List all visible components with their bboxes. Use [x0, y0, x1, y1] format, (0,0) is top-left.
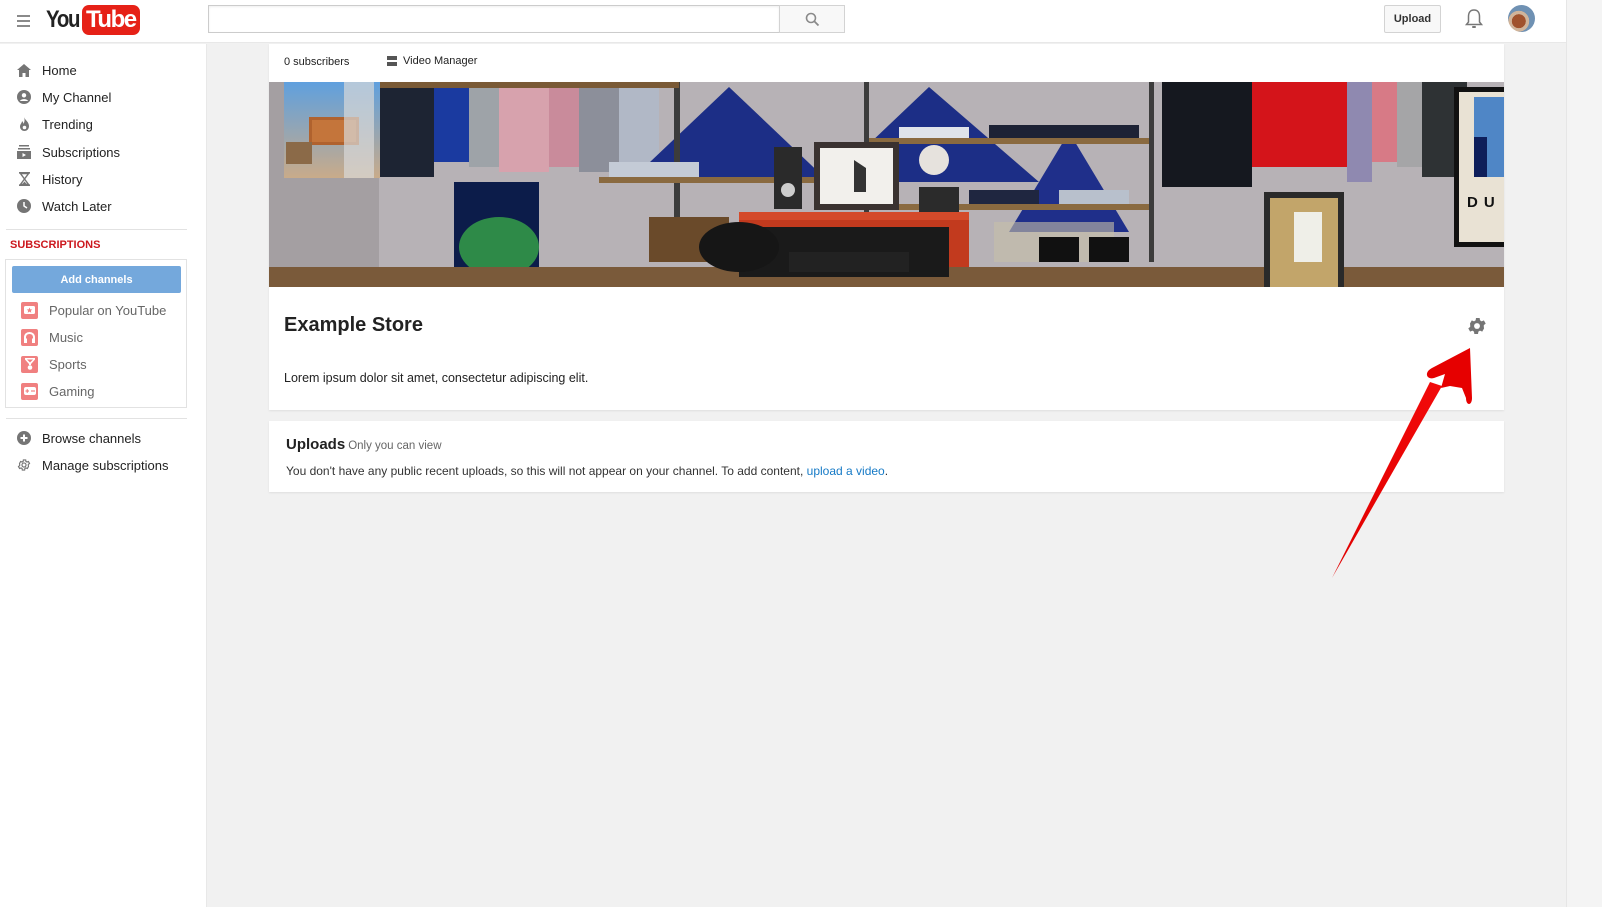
sidebar-item-label: Manage subscriptions	[42, 457, 169, 473]
video-manager-icon	[387, 55, 397, 67]
sidebar-divider	[6, 229, 187, 230]
uploads-message-suffix: .	[884, 464, 889, 478]
channel-description: Lorem ipsum dolor sit amet, consectetur …	[284, 371, 589, 385]
sidebar-item-label: Trending	[42, 116, 93, 132]
sidebar-divider	[6, 418, 187, 419]
subscription-label: Sports	[49, 356, 87, 372]
clock-icon	[16, 198, 32, 214]
hamburger-menu-icon[interactable]	[14, 11, 34, 31]
uploads-title[interactable]: Uploads	[286, 436, 345, 453]
gear-icon	[16, 457, 32, 473]
search-input[interactable]	[208, 5, 780, 33]
headphones-icon	[21, 328, 38, 346]
banner-poster-text: DU	[1467, 194, 1501, 211]
window-edge	[1566, 0, 1602, 907]
add-channels-button[interactable]: Add channels	[12, 266, 181, 293]
logo-you-text: You	[46, 6, 80, 33]
plus-circle-icon	[16, 430, 32, 446]
person-circle-icon	[16, 89, 32, 105]
subscription-item-gaming[interactable]: Gaming	[6, 379, 186, 403]
subscription-label: Popular on YouTube	[49, 302, 167, 318]
gamepad-icon	[21, 382, 38, 400]
avatar[interactable]	[1508, 5, 1535, 32]
video-manager-link[interactable]: Video Manager	[387, 55, 477, 67]
sidebar-item-my-channel[interactable]: My Channel	[0, 84, 207, 110]
subscription-item-sports[interactable]: Sports	[6, 352, 186, 376]
subscription-label: Music	[49, 329, 83, 345]
home-icon	[16, 62, 32, 78]
sidebar-item-label: History	[42, 171, 83, 187]
upload-button[interactable]: Upload	[1384, 5, 1441, 33]
sidebar-item-label: Subscriptions	[42, 144, 121, 160]
sidebar-item-manage-subscriptions[interactable]: Manage subscriptions	[0, 452, 207, 478]
search-icon	[805, 12, 819, 26]
subscriptions-icon	[16, 144, 32, 160]
sidebar-item-watch-later[interactable]: Watch Later	[0, 193, 207, 219]
sidebar-item-label: Home	[42, 62, 77, 78]
video-manager-label: Video Manager	[403, 55, 478, 67]
logo-tube-text: Tube	[82, 5, 140, 35]
banner-image: DU	[269, 82, 1504, 287]
upload-a-video-link[interactable]: upload a video	[807, 464, 885, 478]
subscriber-count: 0 subscribers	[284, 56, 350, 68]
gear-icon[interactable]	[1466, 315, 1488, 337]
flame-icon	[16, 116, 32, 132]
uploads-message-text: You don't have any public recent uploads…	[286, 464, 807, 478]
subscription-label: Gaming	[49, 383, 95, 399]
hourglass-icon	[16, 171, 32, 187]
masthead: You Tube Upload	[0, 0, 1566, 43]
sidebar-item-trending[interactable]: Trending	[0, 111, 207, 137]
sidebar-guide: Home My Channel Trending Subscriptions H…	[0, 44, 207, 907]
sidebar-item-label: Browse channels	[42, 430, 141, 446]
sidebar-item-home[interactable]: Home	[0, 57, 207, 83]
trophy-icon	[21, 355, 38, 373]
uploads-message: You don't have any public recent uploads…	[286, 464, 888, 478]
subscription-item-popular[interactable]: Popular on YouTube	[6, 298, 186, 322]
channel-header: 0 subscribers Video Manager DU Example S…	[269, 44, 1504, 410]
search-button[interactable]	[779, 5, 845, 33]
sidebar-item-subscriptions[interactable]: Subscriptions	[0, 139, 207, 165]
sidebar-item-label: My Channel	[42, 89, 112, 105]
channel-title[interactable]: Example Store	[284, 314, 423, 337]
page: You Tube Upload Home My Channel Trending…	[0, 0, 1566, 907]
sidebar-item-label: Watch Later	[42, 198, 112, 214]
uploads-heading: Uploads Only you can view	[286, 436, 442, 453]
channel-banner[interactable]: DU	[269, 82, 1504, 287]
youtube-logo[interactable]: You Tube	[46, 4, 140, 36]
subscriptions-section-title[interactable]: SUBSCRIPTIONS	[10, 239, 100, 251]
sidebar-item-history[interactable]: History	[0, 166, 207, 192]
uploads-section: Uploads Only you can view You don't have …	[269, 421, 1504, 492]
subscription-item-music[interactable]: Music	[6, 325, 186, 349]
uploads-visibility: Only you can view	[348, 440, 442, 452]
sidebar-item-browse-channels[interactable]: Browse channels	[0, 425, 207, 451]
star-tv-icon	[21, 301, 38, 319]
subscriptions-box: Add channels Popular on YouTube Music Sp…	[5, 259, 187, 408]
bell-icon[interactable]	[1464, 8, 1484, 30]
